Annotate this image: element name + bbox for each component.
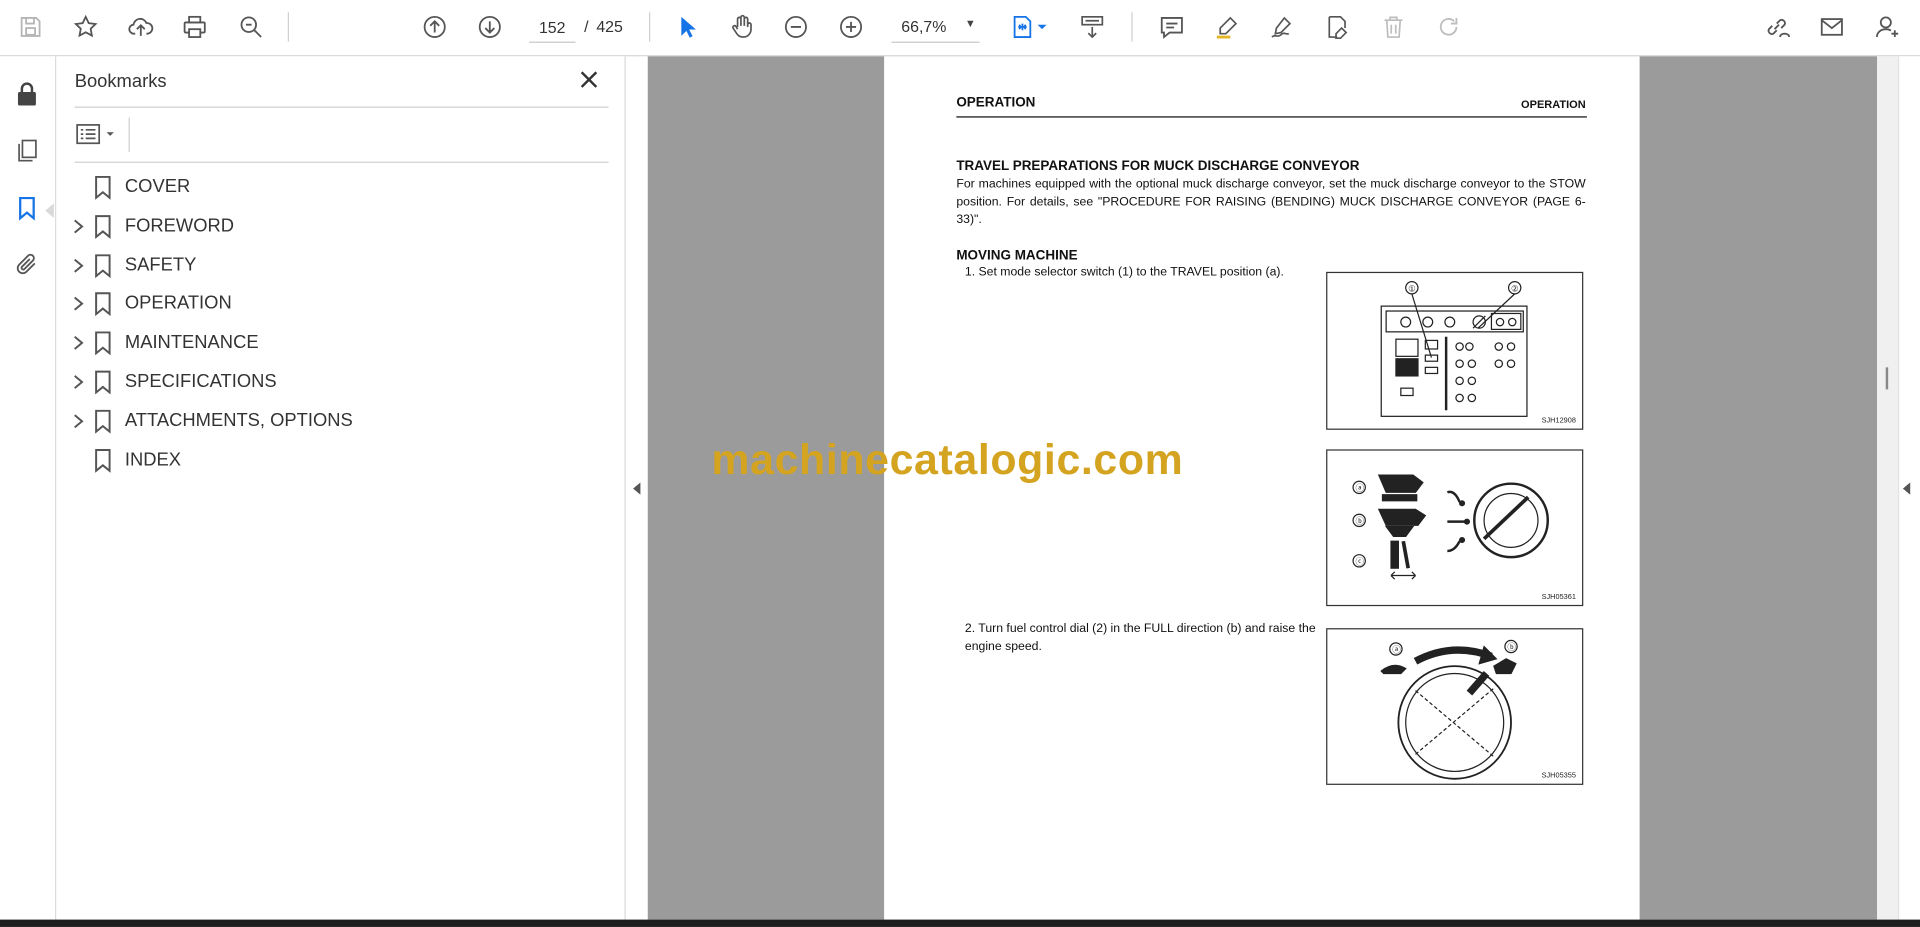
zoom-value: 66,7% [901,17,947,36]
callout-a: ⓐ [1356,483,1365,494]
callout-2: ② [1511,284,1519,294]
bookmark-icon [94,331,111,356]
upload-cloud-icon[interactable] [125,11,157,43]
page-total: 425 [596,17,623,36]
bookmark-icon[interactable] [11,192,43,224]
account-icon[interactable] [1871,11,1903,43]
bookmark-item[interactable]: ATTACHMENTS, OPTIONS [56,405,624,437]
select-cursor-icon[interactable] [671,11,703,43]
scrollbar-thumb[interactable] [1885,367,1889,390]
callout-b: ⓑ [1356,516,1365,527]
bookmark-icon [94,214,111,239]
bookmark-icon [94,448,111,473]
edit-pdf-icon[interactable] [1321,11,1353,43]
vertical-scrollbar[interactable] [1877,56,1898,920]
figure-code-1: SJH12908 [1541,417,1576,425]
bookmark-label: OPERATION [124,293,232,314]
collapse-left-icon[interactable] [632,480,642,495]
document-page: OPERATION OPERATION TRAVEL PREPARATIONS … [884,56,1640,920]
bookmark-item[interactable]: COVER [56,171,624,203]
bookmark-label: MAINTENANCE [124,332,259,353]
chevron-right-icon[interactable] [71,257,86,274]
comment-icon[interactable] [1156,11,1188,43]
bookmark-label: SPECIFICATIONS [124,371,277,392]
page-up-icon[interactable] [419,11,451,43]
bookmark-icon [94,409,111,434]
print-icon[interactable] [179,11,211,43]
taskbar-strip [0,919,1920,927]
toolbar: / 425 66,7% ▼ [0,0,1920,57]
redo-icon[interactable] [1433,11,1465,43]
step-1-text: 1. Set mode selector switch (1) to the T… [964,265,1284,280]
chevron-down-icon: ▼ [964,17,976,30]
bookmark-label: SAFETY [124,254,197,276]
chevron-right-icon[interactable] [71,412,86,429]
bookmarks-panel: Bookmarks COVER FOREWORD SAFETY OPERATION MA… [56,56,626,920]
page-header-left: OPERATION [956,95,1036,111]
bookmark-icon [94,370,111,395]
page-number-input[interactable] [528,12,576,43]
page-separator: / [584,17,589,36]
document-viewer: OPERATION OPERATION TRAVEL PREPARATIONS … [647,56,1878,920]
delete-icon[interactable] [1378,11,1410,43]
left-rail [0,56,57,920]
callout-a2: ⓐ [1392,645,1401,656]
chevron-right-icon[interactable] [71,335,86,352]
email-icon[interactable] [1816,11,1848,43]
expand-right-icon[interactable] [1902,480,1912,495]
page-down-icon[interactable] [474,11,506,43]
figure-fuel-dial: ⓐ ⓑ SJH05355 [1326,628,1584,785]
fit-page-icon[interactable] [1007,11,1039,43]
bookmark-icon [94,175,111,200]
bookmark-icon [94,253,111,278]
bookmark-item[interactable]: INDEX [56,444,624,476]
zoom-in-icon[interactable] [835,11,867,43]
hand-icon[interactable] [726,11,758,43]
bookmarks-title: Bookmarks [74,71,167,92]
figure-code-2: SJH05361 [1541,593,1576,602]
sign-icon[interactable] [1266,11,1298,43]
callout-b2: ⓑ [1507,642,1516,653]
bookmark-label: COVER [124,176,191,198]
section-title-moving-machine: MOVING MACHINE [956,248,1078,264]
zoom-select[interactable]: 66,7% ▼ [891,12,980,43]
chevron-right-icon[interactable] [71,218,86,235]
step-2-text: 2. Turn fuel control dial (2) in the FUL… [964,622,1316,654]
pages-icon[interactable] [11,135,43,167]
bookmark-item[interactable]: SAFETY [56,249,624,281]
section-text-travel-preparations: For machines equipped with the optional … [956,177,1586,227]
attachment-icon[interactable] [11,249,43,281]
bookmark-options-button[interactable] [75,120,122,149]
scroll-mode-icon[interactable] [1076,11,1108,43]
lock-icon[interactable] [11,78,43,110]
zoom-out-icon[interactable] [780,11,812,43]
figure-mode-selector: ⓐ ⓑ ⓒ SJH05361 [1326,449,1584,607]
bookmark-label: ATTACHMENTS, OPTIONS [124,409,353,431]
bookmark-star-icon[interactable] [70,11,102,43]
bookmark-item[interactable]: MAINTENANCE [56,327,624,359]
bookmark-icon [94,292,111,317]
bookmark-item[interactable]: OPERATION [56,288,624,320]
bookmark-label: INDEX [124,448,182,470]
page-header-right: OPERATION [1521,97,1586,111]
search-zoom-icon[interactable] [235,11,267,43]
bookmark-item[interactable]: SPECIFICATIONS [56,366,624,398]
bookmark-label: FOREWORD [124,215,235,237]
watermark-text: machinecatalogic.com [711,435,1184,484]
figure-code-3: SJH05355 [1541,772,1576,781]
callout-1: ① [1408,284,1416,294]
callout-c: ⓒ [1356,556,1365,567]
chevron-right-icon[interactable] [71,373,86,390]
section-title-travel-preparations: TRAVEL PREPARATIONS FOR MUCK DISCHARGE C… [956,159,1360,174]
close-icon[interactable] [577,67,601,91]
bookmark-item[interactable]: FOREWORD [56,210,624,242]
share-link-icon[interactable] [1761,11,1793,43]
chevron-right-icon[interactable] [71,296,86,313]
figure-control-panel: ① ② SJH12908 [1326,271,1584,430]
save-icon[interactable] [15,11,47,43]
fit-dropdown-icon[interactable] [1035,11,1050,43]
highlight-icon[interactable] [1211,11,1243,43]
